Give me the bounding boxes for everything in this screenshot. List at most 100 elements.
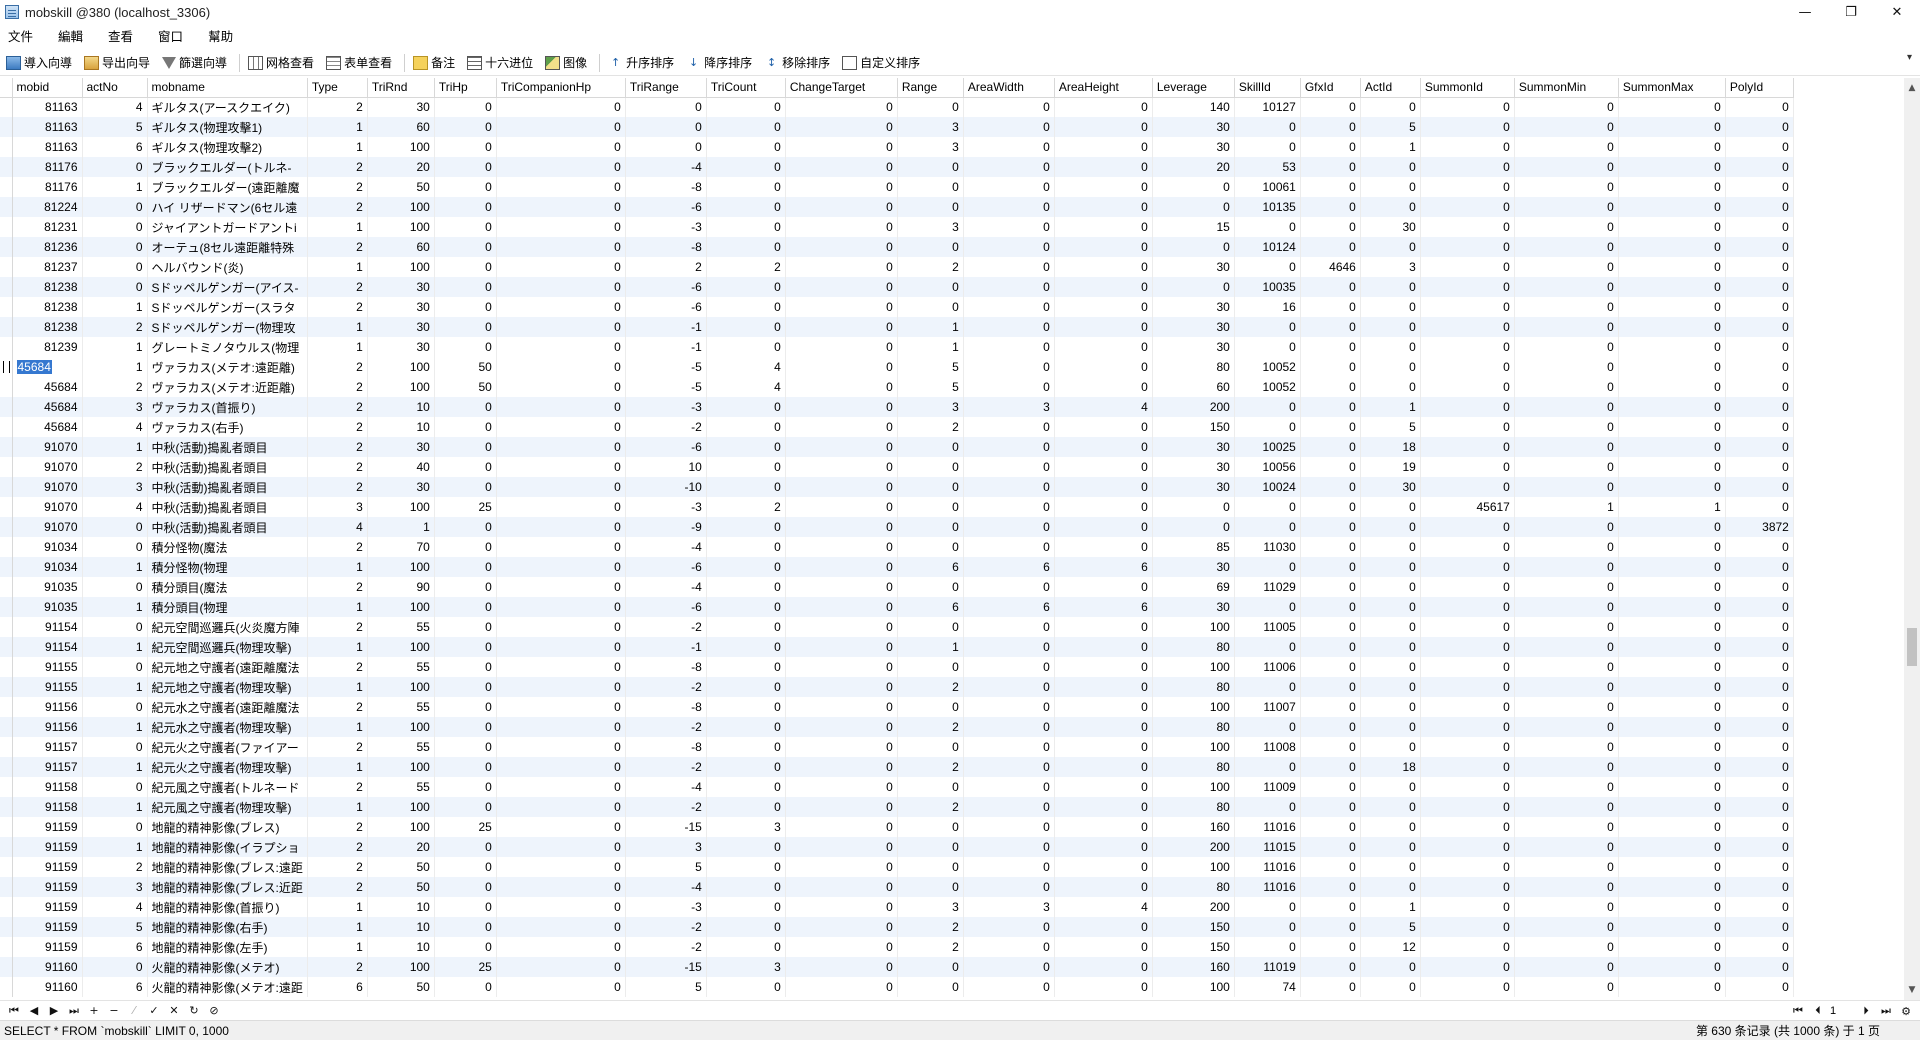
- cell-areawidth[interactable]: 0: [963, 817, 1055, 837]
- cell-trirnd[interactable]: 100: [367, 957, 435, 977]
- row-gutter[interactable]: [0, 557, 13, 577]
- cell-summonid[interactable]: 0: [1420, 197, 1515, 217]
- table-row[interactable]: 91159 3 地龍的精神影像(ブレス:近距 2 50 0 0 -4 0 0 0 0 0 80 11016 0…: [0, 877, 1794, 897]
- cell-mobid[interactable]: 81238: [12, 297, 83, 317]
- table-row[interactable]: 91154 1 紀元空間巡邏兵(物理攻擊) 1 100 0 0 -1 0 0 1 0 0 80 0 0 0 0 0 0…: [0, 637, 1794, 657]
- cell-summonmax[interactable]: 0: [1618, 97, 1726, 117]
- cell-areawidth[interactable]: 0: [963, 417, 1055, 437]
- delete-record-icon[interactable]: −: [104, 1002, 124, 1020]
- cell-summonmax[interactable]: 0: [1618, 597, 1726, 617]
- row-gutter[interactable]: [0, 157, 13, 177]
- column-header-mobname[interactable]: mobname: [147, 78, 308, 98]
- cell-tricount[interactable]: 2: [706, 257, 786, 277]
- cell-summonid[interactable]: 0: [1420, 637, 1515, 657]
- cell-areaheight[interactable]: 0: [1054, 137, 1153, 157]
- cell-skillid[interactable]: 0: [1234, 497, 1301, 517]
- cell-areawidth[interactable]: 0: [963, 177, 1055, 197]
- table-row[interactable]: 45684 3 ヴァラカス(首振り) 2 10 0 0 -3 0 0 3 3 4 200 0 0 1 0 0 0 0: [0, 397, 1794, 417]
- cell-tricount[interactable]: 0: [706, 617, 786, 637]
- cell-skillid[interactable]: 11029: [1234, 577, 1301, 597]
- cell-changetarget[interactable]: 0: [785, 957, 898, 977]
- cell-changetarget[interactable]: 0: [785, 497, 898, 517]
- cell-summonmin[interactable]: 0: [1514, 757, 1619, 777]
- cell-trirnd[interactable]: 50: [367, 977, 435, 997]
- row-gutter[interactable]: [0, 137, 13, 157]
- cell-type[interactable]: 2: [307, 737, 368, 757]
- row-gutter[interactable]: [0, 637, 13, 657]
- cell-summonmax[interactable]: 1: [1618, 497, 1726, 517]
- cell-actno[interactable]: 0: [82, 157, 148, 177]
- cell-tricompanionhp[interactable]: 0: [496, 877, 626, 897]
- cell-mobid[interactable]: 81163: [12, 137, 83, 157]
- cell-trirange[interactable]: -1: [625, 317, 707, 337]
- cell-skillid[interactable]: 10061: [1234, 177, 1301, 197]
- cell-trihp[interactable]: 0: [434, 297, 497, 317]
- custom-sort-button[interactable]: 自定义排序: [840, 52, 924, 74]
- cell-range[interactable]: 3: [897, 117, 964, 137]
- cell-type[interactable]: 1: [307, 677, 368, 697]
- cell-polyid[interactable]: 0: [1725, 237, 1794, 257]
- cell-skillid[interactable]: 10135: [1234, 197, 1301, 217]
- column-header-areaheight[interactable]: AreaHeight: [1054, 78, 1153, 98]
- cell-tricompanionhp[interactable]: 0: [496, 257, 626, 277]
- cell-areawidth[interactable]: 0: [963, 577, 1055, 597]
- cell-trihp[interactable]: 0: [434, 117, 497, 137]
- cell-summonid[interactable]: 0: [1420, 877, 1515, 897]
- cell-leverage[interactable]: 100: [1152, 977, 1235, 997]
- cell-tricount[interactable]: 0: [706, 777, 786, 797]
- cell-areawidth[interactable]: 6: [963, 597, 1055, 617]
- cell-summonid[interactable]: 0: [1420, 517, 1515, 537]
- cell-summonmin[interactable]: 0: [1514, 437, 1619, 457]
- cell-type[interactable]: 2: [307, 657, 368, 677]
- cell-summonid[interactable]: 0: [1420, 657, 1515, 677]
- cell-areaheight[interactable]: 0: [1054, 917, 1153, 937]
- cell-trirange[interactable]: -1: [625, 637, 707, 657]
- cell-actno[interactable]: 4: [82, 497, 148, 517]
- cell-areawidth[interactable]: 0: [963, 537, 1055, 557]
- cell-gfxid[interactable]: 0: [1300, 777, 1361, 797]
- cell-actid[interactable]: 0: [1360, 297, 1421, 317]
- cell-leverage[interactable]: 0: [1152, 517, 1235, 537]
- cell-mobname[interactable]: 中秋(活動)搗亂者頭目: [147, 477, 308, 497]
- column-header-changetarget[interactable]: ChangeTarget: [785, 78, 898, 98]
- cell-tricompanionhp[interactable]: 0: [496, 117, 626, 137]
- cell-tricount[interactable]: 0: [706, 277, 786, 297]
- row-gutter[interactable]: [0, 257, 13, 277]
- cell-gfxid[interactable]: 0: [1300, 477, 1361, 497]
- cell-actno[interactable]: 1: [82, 677, 148, 697]
- cell-actid[interactable]: 0: [1360, 277, 1421, 297]
- cell-trihp[interactable]: 0: [434, 557, 497, 577]
- cell-summonmax[interactable]: 0: [1618, 297, 1726, 317]
- cell-actid[interactable]: 5: [1360, 917, 1421, 937]
- cell-trihp[interactable]: 50: [434, 377, 497, 397]
- cell-actid[interactable]: 0: [1360, 657, 1421, 677]
- cell-tricompanionhp[interactable]: 0: [496, 377, 626, 397]
- cell-skillid[interactable]: 11030: [1234, 537, 1301, 557]
- cell-gfxid[interactable]: 0: [1300, 757, 1361, 777]
- table-row[interactable]: 91070 0 中秋(活動)搗亂者頭目 4 1 0 0 -9 0 0 0 0 0 0 0 0 0 0 0 0 3872: [0, 517, 1794, 537]
- cell-mobid[interactable]: 91156: [12, 717, 83, 737]
- stop-icon[interactable]: ⊘: [204, 1002, 224, 1020]
- cell-trirnd[interactable]: 10: [367, 417, 435, 437]
- apply-changes-icon[interactable]: ✓: [144, 1002, 164, 1020]
- cell-mobid[interactable]: 91155: [12, 657, 83, 677]
- cell-skillid[interactable]: 11006: [1234, 657, 1301, 677]
- cell-summonmin[interactable]: 0: [1514, 677, 1619, 697]
- cell-tricompanionhp[interactable]: 0: [496, 857, 626, 877]
- cell-actno[interactable]: 1: [82, 637, 148, 657]
- cell-actid[interactable]: 0: [1360, 617, 1421, 637]
- text-cursor-icon[interactable]: [0, 357, 13, 377]
- cell-summonmin[interactable]: 0: [1514, 457, 1619, 477]
- cell-areawidth[interactable]: 0: [963, 517, 1055, 537]
- cell-mobname[interactable]: 紀元水之守護者(遠距離魔法: [147, 697, 308, 717]
- column-header-mobid[interactable]: mobid: [12, 78, 83, 98]
- cell-tricount[interactable]: 0: [706, 717, 786, 737]
- cell-trihp[interactable]: 0: [434, 677, 497, 697]
- cell-tricompanionhp[interactable]: 0: [496, 437, 626, 457]
- cell-areawidth[interactable]: 6: [963, 557, 1055, 577]
- cell-mobname[interactable]: ハイ リザードマン(6セル遠: [147, 197, 308, 217]
- table-row[interactable]: 45684 2 ヴァラカス(メテオ:近距離) 2 100 50 0 -5 4 0 5 0 0 60 1005…: [0, 377, 1794, 397]
- cell-summonmin[interactable]: 0: [1514, 617, 1619, 637]
- cell-gfxid[interactable]: 0: [1300, 557, 1361, 577]
- row-gutter[interactable]: [0, 677, 13, 697]
